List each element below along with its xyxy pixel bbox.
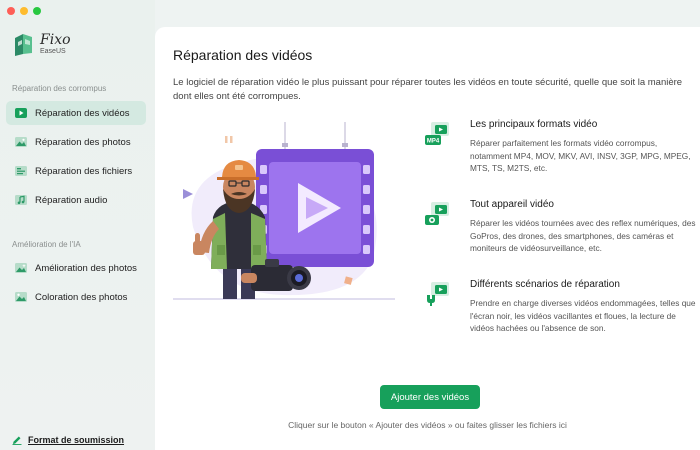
camera-device-icon (425, 202, 449, 225)
photo-enhance-icon (15, 263, 27, 273)
sidebar-item-label: Réparation des fichiers (35, 165, 133, 177)
feature-desc: Prendre en charge diverses vidéos endomm… (470, 298, 696, 333)
feature-title: Les principaux formats vidéo (470, 119, 598, 130)
drop-hint-text: Cliquer sur le bouton « Ajouter des vidé… (288, 420, 567, 430)
sidebar-item-label: Réparation des vidéos (35, 107, 130, 119)
feature-title: Tout appareil vidéo (470, 199, 554, 210)
sidebar-item-audio-repair[interactable]: Réparation audio (6, 188, 146, 212)
feature-desc: Réparer les vidéos tournées avec des ref… (470, 218, 696, 253)
sidebar-item-photo-color[interactable]: Coloration des photos (6, 285, 146, 309)
add-videos-button[interactable]: Ajouter des vidéos (380, 385, 480, 409)
sidebar-item-label: Réparation des photos (35, 136, 131, 148)
file-icon (15, 166, 27, 176)
section-title-ai: Amélioration de l'IA (12, 240, 81, 249)
sidebar-item-label: Réparation audio (35, 194, 108, 206)
sidebar-item-label: Amélioration des photos (35, 262, 137, 274)
pencil-icon (12, 436, 22, 445)
sidebar-item-label: Coloration des photos (35, 291, 128, 303)
video-format-icon: MP4 (425, 122, 449, 145)
sidebar-item-file-repair[interactable]: Réparation des fichiers (6, 159, 146, 183)
section-title-repair: Réparation des corrompus (12, 84, 107, 93)
sidebar-item-photo-repair[interactable]: Réparation des photos (6, 130, 146, 154)
minimize-window-button[interactable] (20, 7, 28, 15)
fixo-logo-icon (15, 34, 32, 56)
intro-text: Le logiciel de réparation vidéo le plus … (173, 77, 683, 102)
maximize-window-button[interactable] (33, 7, 41, 15)
app-name: Fixo (40, 32, 71, 48)
photo-color-icon (15, 292, 27, 302)
video-play-icon (15, 108, 27, 118)
window-controls (7, 7, 41, 15)
sidebar-item-video-repair[interactable]: Réparation des vidéos (6, 101, 146, 125)
photo-icon (15, 137, 27, 147)
sidebar-item-photo-enhance[interactable]: Amélioration des photos (6, 256, 146, 280)
close-window-button[interactable] (7, 7, 15, 15)
main-panel: Réparation des vidéos Le logiciel de rép… (155, 27, 700, 450)
app-subname: EaseUS (40, 48, 66, 55)
music-note-icon (15, 195, 27, 205)
mp4-badge: MP4 (427, 139, 440, 145)
repair-tools-icon (427, 282, 449, 306)
video-repair-illustration (173, 122, 395, 300)
submission-format-label: Format de soumission (28, 435, 125, 445)
app-logo: Fixo EaseUS (12, 30, 71, 58)
submission-format-link[interactable]: Format de soumission (12, 435, 124, 445)
sidebar: Fixo EaseUS Réparation des corrompus Rép… (0, 0, 155, 450)
page-title: Réparation des vidéos (173, 47, 313, 63)
feature-title: Différents scénarios de réparation (470, 279, 620, 290)
feature-desc: Réparer parfaitement les formats vidéo c… (470, 138, 691, 173)
